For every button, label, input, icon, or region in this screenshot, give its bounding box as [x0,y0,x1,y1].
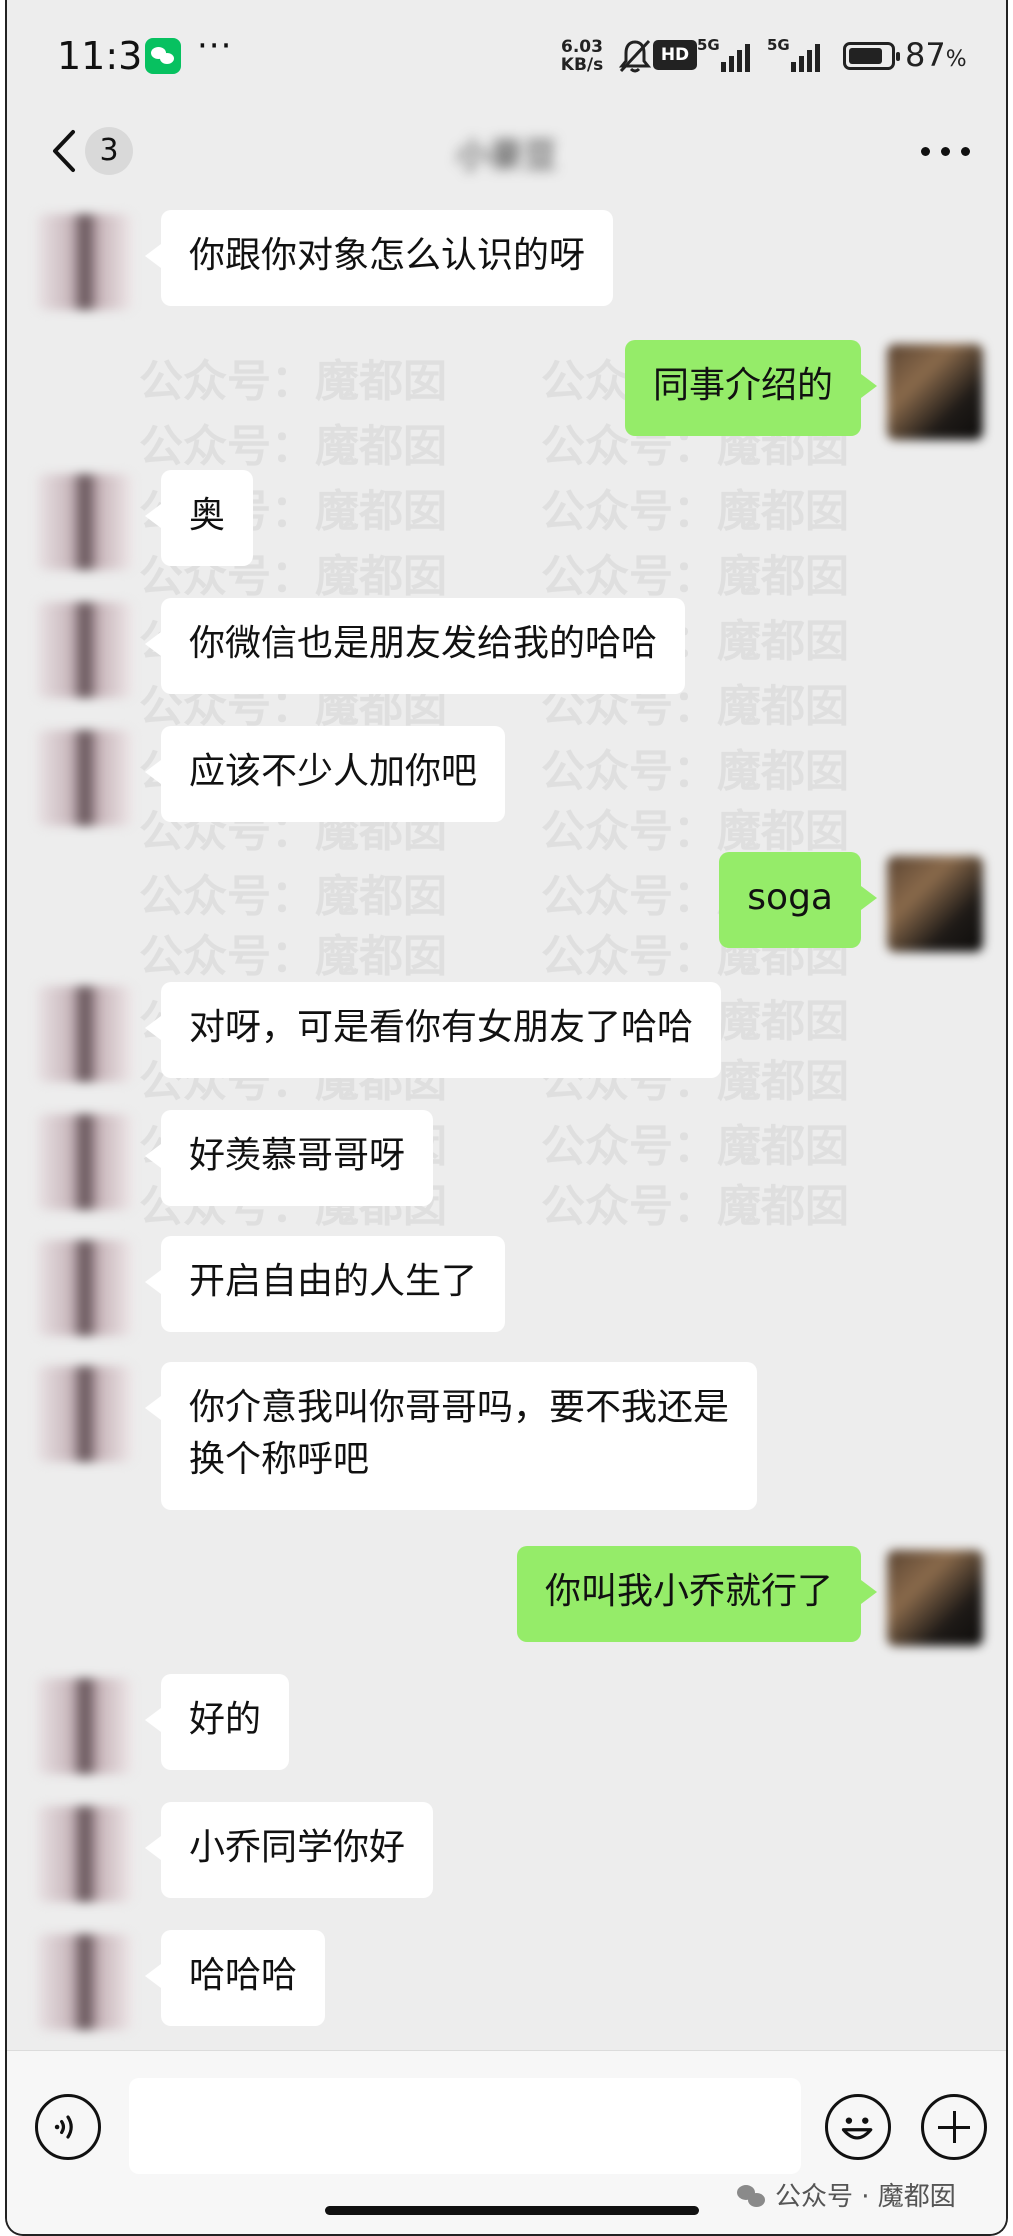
watermark-text: 公众号：魔都囡 [541,1181,849,1232]
avatar[interactable] [37,1678,133,1774]
avatar[interactable] [37,1934,133,2030]
chat-title: 小豪豆 [455,136,558,176]
status-more-indicator: ··· [197,26,233,66]
message-bubble-sent[interactable]: 同事介绍的 [624,340,878,436]
message-bubble-received[interactable]: 奥 [144,470,254,566]
emoji-icon[interactable] [825,2094,891,2160]
message-bubble-received[interactable]: 你微信也是朋友发给我的哈哈 [144,598,686,694]
home-indicator[interactable] [325,2206,699,2215]
message-bubble-received[interactable]: 你跟你对象怎么认识的呀 [144,210,614,306]
hd-voice-icon: HD [653,40,697,70]
message-bubble-sent[interactable]: soga [719,852,877,948]
message-input[interactable] [129,2078,801,2174]
message-bubble-received[interactable]: 哈哈哈 [144,1930,326,2026]
network-speed: 6.03 KB/s [557,38,607,74]
message-bubble-received[interactable]: 应该不少人加你吧 [144,726,506,822]
avatar[interactable] [37,1806,133,1902]
message-bubble-received[interactable]: 对呀，可是看你有女朋友了哈哈 [144,982,722,1078]
plus-icon[interactable] [921,2094,987,2160]
watermark-text: 公众号：魔都囡 [139,356,447,407]
source-watermark-text: 公众号 · 魔都囡 [775,2182,956,2212]
wechat-notification-icon [145,38,181,74]
message-bubble-received[interactable]: 好的 [144,1674,290,1770]
message-bubble-received[interactable]: 开启自由的人生了 [144,1236,506,1332]
signal-label: 5G [767,36,790,54]
message-bubble-received[interactable]: 小乔同学你好 [144,1802,434,1898]
avatar[interactable] [887,856,983,952]
phone-screen: 11:31 ··· 6.03 KB/s HD 5G 5G 87% 3 小豪豆 公… [5,0,1008,2236]
message-bubble-received[interactable]: 好羡慕哥哥呀 [144,1110,434,1206]
signal-icon: 5G [767,36,829,72]
wechat-logo-icon [737,2185,767,2209]
source-watermark: 公众号 · 魔都囡 [737,2176,956,2213]
watermark-text: 公众号：魔都囡 [541,551,849,602]
avatar[interactable] [37,986,133,1082]
watermark-text: 公众号：魔都囡 [541,1121,849,1172]
avatar[interactable] [37,602,133,698]
watermark-text: 公众号：魔都囡 [541,806,849,857]
avatar[interactable] [37,214,133,310]
signal-icon: 5G [697,36,759,72]
bell-muted-icon [618,39,652,73]
avatar[interactable] [37,730,133,826]
battery-percent: 87% [905,36,967,74]
battery-percent-value: 87 [905,36,946,74]
battery-icon [843,42,900,70]
watermark-text: 公众号：魔都囡 [541,486,849,537]
network-speed-unit: KB/s [560,55,604,75]
message-bubble-sent[interactable]: 你叫我小乔就行了 [516,1546,878,1642]
network-speed-value: 6.03 [561,37,603,57]
battery-percent-unit: % [945,47,967,72]
voice-icon[interactable] [35,2094,101,2160]
avatar[interactable] [37,474,133,570]
signal-label: 5G [697,36,720,54]
ellipsis-icon[interactable] [917,140,973,160]
watermark-text: 公众号：魔都囡 [139,871,447,922]
avatar[interactable] [37,1114,133,1210]
avatar[interactable] [37,1240,133,1336]
watermark-text: 公众号：魔都囡 [541,746,849,797]
avatar[interactable] [887,1550,983,1646]
message-bubble-received[interactable]: 你介意我叫你哥哥吗，要不我还是 换个称呼吧 [144,1362,758,1510]
watermark-text: 公众号：魔都囡 [139,421,447,472]
avatar[interactable] [37,1366,133,1462]
watermark-text: 公众号：魔都囡 [139,931,447,982]
avatar[interactable] [887,344,983,440]
